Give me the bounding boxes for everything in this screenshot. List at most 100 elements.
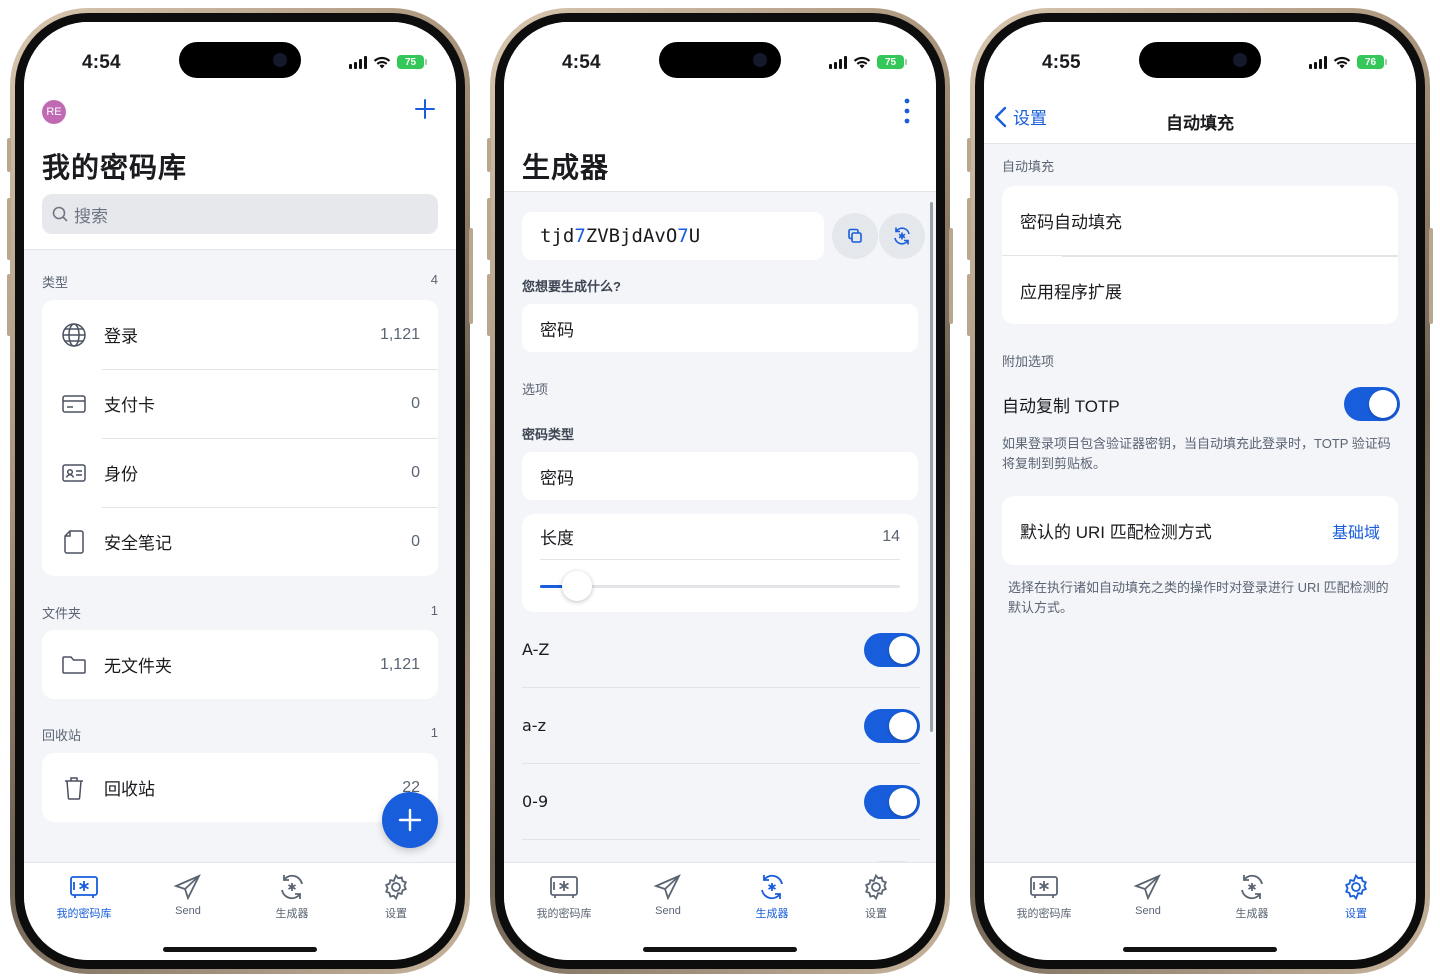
search-input[interactable]: 搜索 xyxy=(42,194,438,234)
more-options-button[interactable] xyxy=(904,98,910,129)
generator-icon xyxy=(1241,874,1263,900)
totp-label: 自动复制 TOTP xyxy=(1002,396,1120,416)
tab-generator[interactable]: 生成器 xyxy=(1200,863,1304,960)
regenerate-button[interactable] xyxy=(879,213,925,259)
page-title: 生成器 xyxy=(522,152,610,183)
folders-card: 无文件夹 1,121 xyxy=(42,630,438,699)
type-row-note[interactable]: 安全笔记 0 xyxy=(42,507,438,576)
password-type-select[interactable]: 密码 xyxy=(522,452,918,500)
generator-screen: 4:54 75 生成器 tjd 7 ZVBjdAvO 7 U 您想要生成什么? … xyxy=(504,22,936,960)
wifi-icon xyxy=(373,56,391,68)
signal-icon xyxy=(1309,55,1327,69)
note-icon xyxy=(60,528,88,556)
copy-button[interactable] xyxy=(832,213,878,259)
vault-icon xyxy=(1030,876,1058,898)
tab-send[interactable]: Send xyxy=(136,863,240,960)
send-icon xyxy=(173,874,201,901)
lowercase-toggle[interactable] xyxy=(864,708,920,743)
copy-totp-toggle[interactable] xyxy=(1344,387,1400,421)
scrollbar[interactable] xyxy=(930,202,933,732)
tab-generator[interactable]: 生成器 xyxy=(720,863,824,960)
status-bar: 4:54 75 xyxy=(504,22,936,92)
tab-vault[interactable]: 我的密码库 xyxy=(512,863,616,960)
home-indicator[interactable] xyxy=(1123,947,1277,952)
tab-generator[interactable]: 生成器 xyxy=(240,863,344,960)
tab-vault[interactable]: 我的密码库 xyxy=(32,863,136,960)
dynamic-island xyxy=(1139,42,1261,78)
plus-icon xyxy=(398,808,422,832)
what-to-generate-label: 您想要生成什么? xyxy=(522,279,621,294)
copy-icon xyxy=(848,228,862,243)
uri-match-row[interactable]: 默认的 URI 匹配检测方式 基础域 xyxy=(1002,496,1398,565)
length-slider[interactable] xyxy=(540,571,900,601)
vault-screen: 4:54 75 RE 我的密码库 搜索 类型 4 登录 1,121 支付卡 0 … xyxy=(24,22,456,960)
phone-autofill: 4:55 76 设置 自动填充 自动填充 密码自动填充 应用程序扩展 附加选项 … xyxy=(967,8,1433,974)
credit-card-icon xyxy=(60,390,88,418)
add-floating-button[interactable] xyxy=(382,792,438,848)
length-card: 长度 14 xyxy=(522,514,918,612)
options-label: 选项 xyxy=(522,382,549,397)
folder-row-none[interactable]: 无文件夹 1,121 xyxy=(42,630,438,699)
uppercase-toggle[interactable] xyxy=(864,632,920,667)
length-label: 长度 xyxy=(540,529,574,548)
generated-password[interactable]: tjd 7 ZVBjdAvO 7 U xyxy=(522,212,824,260)
dynamic-island xyxy=(179,42,301,78)
password-autofill-row[interactable]: 密码自动填充 xyxy=(1002,186,1398,255)
numbers-toggle[interactable] xyxy=(864,784,920,819)
status-bar: 4:54 75 xyxy=(24,22,456,92)
vault-icon xyxy=(550,876,578,898)
trash-section-label: 回收站 1 xyxy=(42,725,438,743)
phone-vault: 4:54 75 RE 我的密码库 搜索 类型 4 登录 1,121 支付卡 0 … xyxy=(7,8,473,974)
plus-icon xyxy=(415,99,435,119)
status-time: 4:54 xyxy=(562,52,601,73)
type-row-login[interactable]: 登录 1,121 xyxy=(42,300,438,369)
send-icon xyxy=(653,874,681,901)
vault-icon xyxy=(70,876,98,898)
page-title: 我的密码库 xyxy=(42,152,188,183)
home-indicator[interactable] xyxy=(643,947,797,952)
length-slider-thumb[interactable] xyxy=(562,571,592,601)
tab-settings[interactable]: 设置 xyxy=(824,863,928,960)
dynamic-island xyxy=(659,42,781,78)
length-value: 14 xyxy=(882,527,900,545)
search-icon xyxy=(52,206,68,222)
trash-icon xyxy=(60,774,88,802)
types-card: 登录 1,121 支付卡 0 身份 0 安全笔记 0 xyxy=(42,300,438,576)
type-row-identity[interactable]: 身份 0 xyxy=(42,438,438,507)
wifi-icon xyxy=(853,56,871,68)
folders-section-label: 文件夹 1 xyxy=(42,603,438,621)
signal-icon xyxy=(829,55,847,69)
gear-icon xyxy=(385,873,407,901)
more-vertical-icon xyxy=(904,98,910,124)
battery-icon: 75 xyxy=(397,55,427,69)
tab-vault[interactable]: 我的密码库 xyxy=(992,863,1096,960)
trash-row[interactable]: 回收站 22 xyxy=(42,753,438,822)
globe-icon xyxy=(60,321,88,349)
toggle-row-numbers: 0-9 xyxy=(522,764,920,840)
tab-bar: 我的密码库 Send 生成器 设置 xyxy=(24,862,456,960)
tab-send[interactable]: Send xyxy=(616,863,720,960)
types-section-label: 类型 4 xyxy=(42,272,438,290)
generate-type-select[interactable]: 密码 xyxy=(522,304,918,352)
totp-note: 如果登录项目包含验证器密钥，当自动填充此登录时，TOTP 验证码将复制到剪贴板。 xyxy=(1002,436,1391,471)
search-placeholder: 搜索 xyxy=(74,206,108,226)
toggle-row-uppercase: A-Z xyxy=(522,612,920,688)
signal-icon xyxy=(349,55,367,69)
battery-icon: 76 xyxy=(1357,55,1387,69)
trash-card: 回收站 22 xyxy=(42,753,438,822)
status-time: 4:54 xyxy=(82,52,121,73)
type-row-card[interactable]: 支付卡 0 xyxy=(42,369,438,438)
gear-icon xyxy=(865,873,887,901)
home-indicator[interactable] xyxy=(163,947,317,952)
uri-card: 默认的 URI 匹配检测方式 基础域 xyxy=(1002,496,1398,565)
autofill-screen: 4:55 76 设置 自动填充 自动填充 密码自动填充 应用程序扩展 附加选项 … xyxy=(984,22,1416,960)
tab-settings[interactable]: 设置 xyxy=(1304,863,1408,960)
avatar[interactable]: RE xyxy=(42,100,66,124)
tab-settings[interactable]: 设置 xyxy=(344,863,448,960)
regenerate-icon xyxy=(894,227,910,245)
app-extension-row[interactable]: 应用程序扩展 xyxy=(1002,255,1398,324)
uri-note: 选择在执行诸如自动填充之类的操作时对登录进行 URI 匹配检测的默认方式。 xyxy=(1008,580,1389,615)
tab-send[interactable]: Send xyxy=(1096,863,1200,960)
uri-match-value: 基础域 xyxy=(1331,524,1380,542)
add-item-button[interactable] xyxy=(414,98,436,124)
